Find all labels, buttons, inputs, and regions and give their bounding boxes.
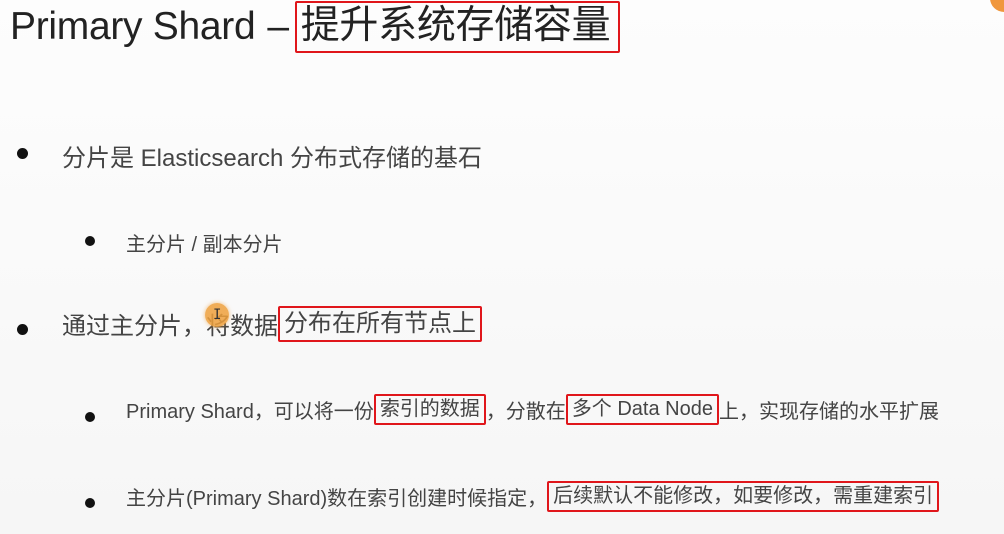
bullet-dot	[85, 412, 95, 422]
bullet-text: 主分片(Primary Shard)数在索引创建时候指定，	[126, 488, 548, 510]
highlight-box: 后续默认不能修改，如要修改，需重建索引	[547, 481, 940, 512]
cursor-indicator-corner	[990, 0, 1004, 12]
highlight-box: 分布在所有节点上	[278, 306, 482, 342]
bullet-shard-count: 主分片(Primary Shard)数在索引创建时候指定， 后续默认不能修改，如…	[126, 481, 940, 512]
bullet-shard-basis: 分片是 Elasticsearch 分布式存储的基石	[62, 138, 482, 173]
highlight-box: 索引的数据	[373, 394, 486, 425]
highlight-box: 多个 Data Node	[565, 394, 719, 425]
bullet-distribute-data: 通过主分片，将数据 分布在所有节点上	[62, 306, 482, 342]
bullet-primary-replica: 主分片 / 副本分片	[126, 228, 283, 257]
bullet-dot	[85, 498, 95, 508]
title-dash: –	[267, 5, 289, 48]
bullet-text: ，分散在	[485, 401, 566, 423]
bullet-text: Primary Shard，可以将一份	[126, 401, 374, 423]
bullet-text: 通过主分片，将数据	[62, 313, 278, 341]
slide-title: Primary Shard – 提升系统存储容量	[10, 0, 621, 54]
title-highlight: 提升系统存储容量	[294, 0, 621, 54]
title-prefix: Primary Shard	[10, 5, 256, 48]
bullet-horizontal-scaling: Primary Shard，可以将一份 索引的数据 ，分散在 多个 Data N…	[126, 394, 939, 425]
slide: Primary Shard – 提升系统存储容量 分片是 Elasticsear…	[0, 0, 1004, 534]
bullet-dot	[17, 324, 28, 335]
bullet-dot	[17, 148, 28, 159]
bullet-text: 分片是 Elasticsearch 分布式存储的基石	[62, 145, 483, 172]
bullet-text: 主分片 / 副本分片	[126, 234, 283, 256]
bullet-dot	[85, 236, 95, 246]
bullet-text: 上，实现存储的水平扩展	[718, 401, 939, 423]
text-cursor-indicator	[205, 303, 229, 327]
